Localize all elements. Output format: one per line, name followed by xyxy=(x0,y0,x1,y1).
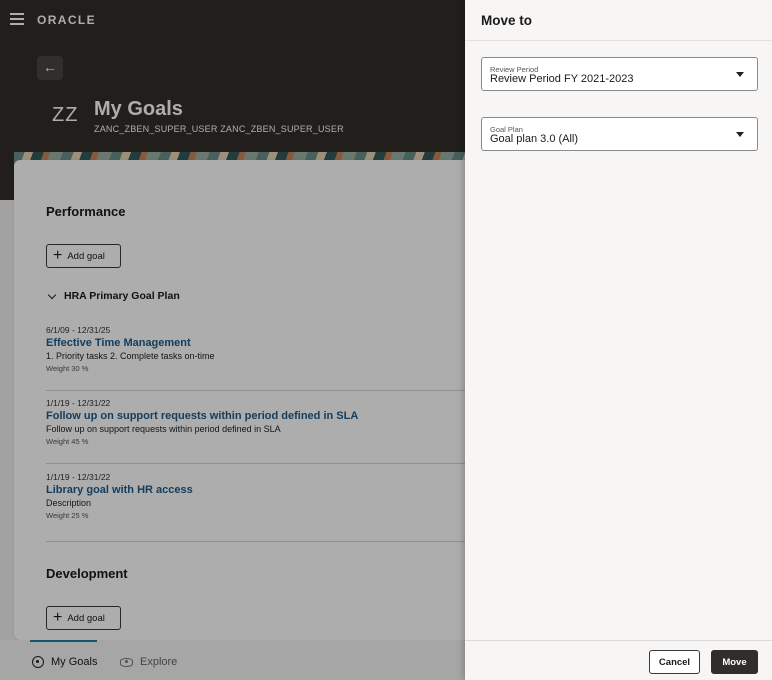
dropdown-caret-icon xyxy=(736,72,744,77)
move-to-drawer: Move to Review Period Review Period FY 2… xyxy=(465,0,772,680)
drawer-title: Move to xyxy=(481,13,533,28)
divider xyxy=(465,640,772,641)
divider xyxy=(465,40,772,41)
review-period-select[interactable]: Review Period Review Period FY 2021-2023 xyxy=(481,57,758,91)
cancel-button[interactable]: Cancel xyxy=(649,650,700,674)
modal-overlay[interactable] xyxy=(0,0,465,680)
goal-plan-select[interactable]: Goal Plan Goal plan 3.0 (All) xyxy=(481,117,758,151)
move-button[interactable]: Move xyxy=(711,650,758,674)
review-period-value: Review Period FY 2021-2023 xyxy=(490,73,634,85)
goal-plan-value: Goal plan 3.0 (All) xyxy=(490,133,579,145)
dropdown-caret-icon xyxy=(736,132,744,137)
